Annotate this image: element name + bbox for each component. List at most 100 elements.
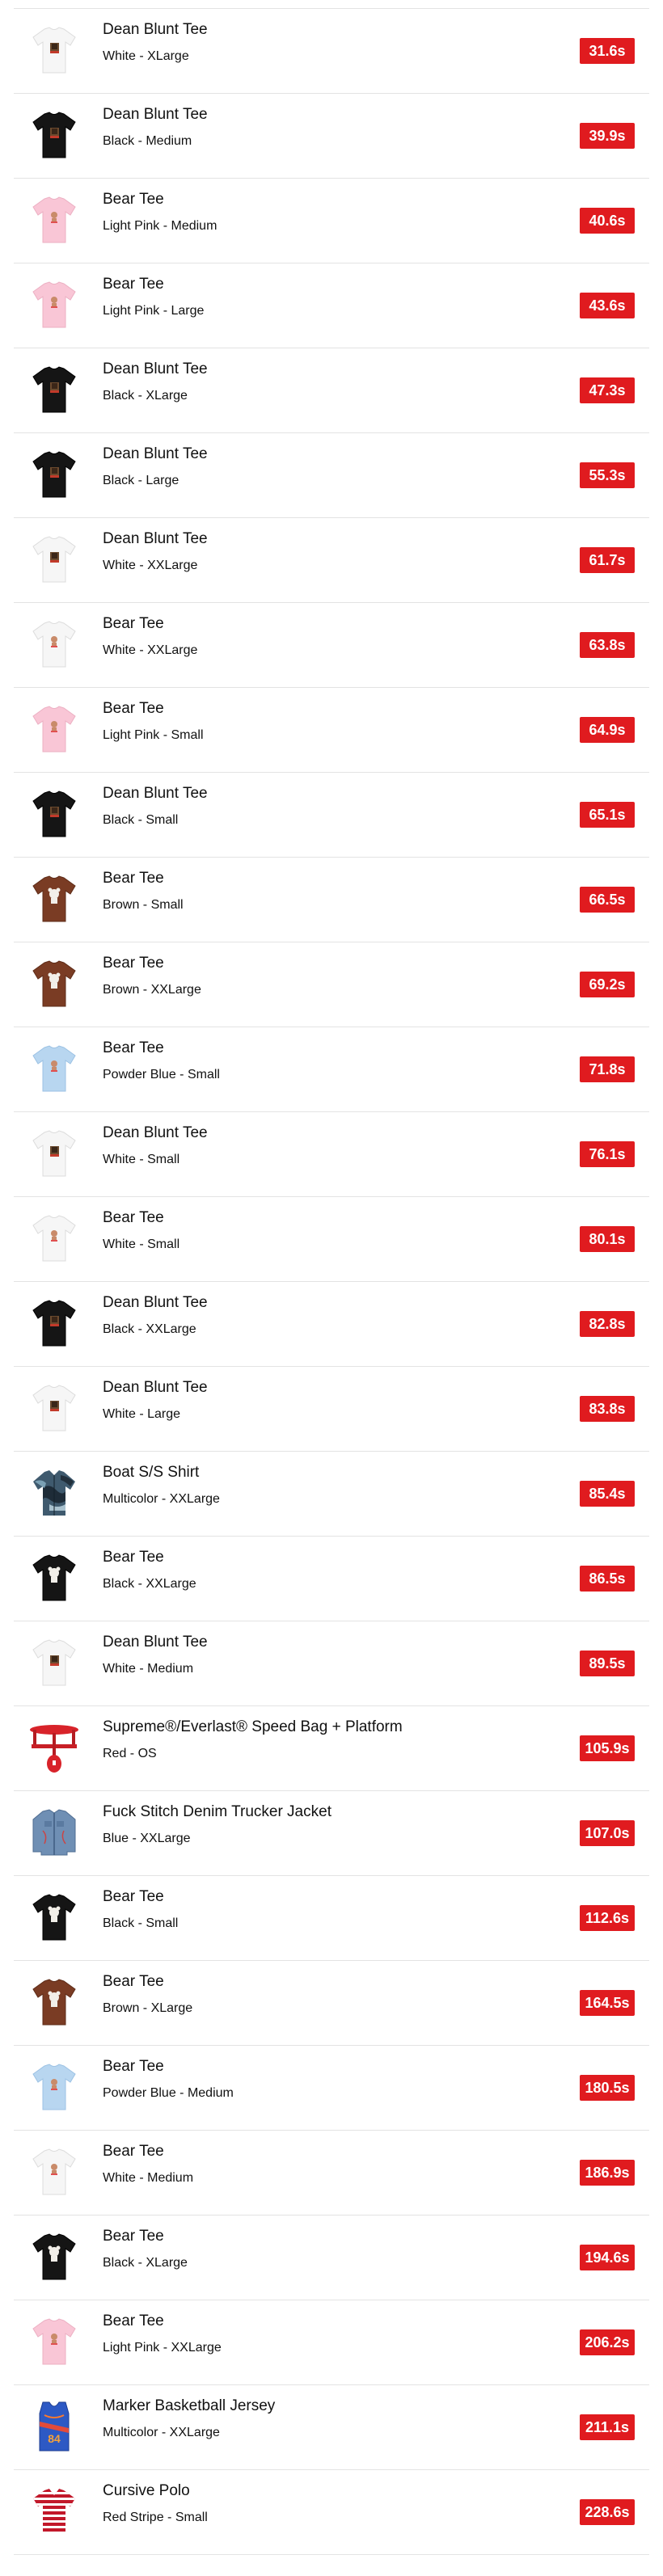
list-item[interactable]: Bear Tee Brown - Small 66.5s xyxy=(14,858,649,942)
tee-blue-bear-icon[interactable] xyxy=(25,1039,83,1098)
tee-white-photo-icon[interactable] xyxy=(25,530,83,588)
product-name[interactable]: Dean Blunt Tee xyxy=(103,106,208,124)
product-name[interactable]: Bear Tee xyxy=(103,1888,178,1906)
time-badge: 194.6s xyxy=(580,2245,635,2270)
tee-white-bear-icon[interactable] xyxy=(25,615,83,673)
list-item[interactable]: Bear Tee Black - Small 112.6s xyxy=(14,1876,649,1961)
product-name[interactable]: Bear Tee xyxy=(103,1549,196,1566)
tee-white-photo-icon[interactable] xyxy=(25,1124,83,1183)
product-variant: Light Pink - Large xyxy=(103,304,205,318)
list-item[interactable]: Dean Blunt Tee Black - XLarge 47.3s xyxy=(14,348,649,433)
list-item[interactable]: Supreme®/Everlast® Speed Bag + Platform … xyxy=(14,1706,649,1791)
product-name[interactable]: Dean Blunt Tee xyxy=(103,360,208,378)
list-item[interactable]: Dean Blunt Tee White - Small 76.1s xyxy=(14,1112,649,1197)
product-info: Dean Blunt Tee Black - Medium xyxy=(103,106,208,150)
list-item[interactable]: Dean Blunt Tee Black - Medium 39.9s xyxy=(14,94,649,179)
tee-white-photo-icon[interactable] xyxy=(25,1634,83,1692)
product-name[interactable]: Dean Blunt Tee xyxy=(103,1124,208,1142)
tee-black-photo-icon[interactable] xyxy=(25,1294,83,1352)
list-item[interactable]: Bear Tee Brown - XXLarge 69.2s xyxy=(14,942,649,1027)
product-name[interactable]: Dean Blunt Tee xyxy=(103,445,208,463)
list-item[interactable]: Dean Blunt Tee Black - XXLarge 82.8s xyxy=(14,1282,649,1367)
product-name[interactable]: Fuck Stitch Denim Trucker Jacket xyxy=(103,1803,332,1821)
tee-white-photo-icon[interactable] xyxy=(25,1379,83,1437)
list-item[interactable]: Bear Tee Black - XLarge 194.6s xyxy=(14,2216,649,2300)
shirt-camo-icon[interactable] xyxy=(25,1464,83,1522)
list-item[interactable]: Dean Blunt Tee White - Medium 89.5s xyxy=(14,1621,649,1706)
polo-stripe-icon[interactable] xyxy=(25,2482,83,2540)
tee-white-photo-icon[interactable] xyxy=(25,21,83,79)
tee-pink-bear-icon[interactable] xyxy=(25,2312,83,2371)
product-name[interactable]: Dean Blunt Tee xyxy=(103,21,208,39)
list-item[interactable]: Bear Tee Brown - XLarge 164.5s xyxy=(14,1961,649,2046)
product-name[interactable]: Bear Tee xyxy=(103,2143,193,2161)
list-item[interactable]: Bear Tee Light Pink - XXLarge 206.2s xyxy=(14,2300,649,2385)
product-name[interactable]: Bear Tee xyxy=(103,2228,188,2245)
product-name[interactable]: Bear Tee xyxy=(103,1209,179,1227)
tee-black-photo-icon[interactable] xyxy=(25,785,83,843)
list-item[interactable]: Dean Blunt Tee White - XLarge 31.6s xyxy=(14,9,649,94)
list-item[interactable]: Fuck Stitch Denim Trucker Jacket Blue - … xyxy=(14,1791,649,1876)
list-item[interactable]: Bear Tee Powder Blue - Small 71.8s xyxy=(14,1027,649,1112)
tee-black-photo-icon[interactable] xyxy=(25,106,83,164)
product-name[interactable]: Boat S/S Shirt xyxy=(103,1464,220,1482)
tee-white-bear-icon[interactable] xyxy=(25,2143,83,2201)
list-item[interactable]: Dean Blunt Tee Black - Small 65.1s xyxy=(14,773,649,858)
list-item[interactable]: Bear Tee Powder Blue - Medium 180.5s xyxy=(14,2046,649,2131)
product-name[interactable]: Bear Tee xyxy=(103,615,197,633)
tee-blue-bear-icon[interactable] xyxy=(25,2058,83,2116)
list-item[interactable]: Boat S/S Shirt Multicolor - XXLarge 85.4… xyxy=(14,1452,649,1537)
product-variant: Brown - XLarge xyxy=(103,2001,193,2015)
product-name[interactable]: Bear Tee xyxy=(103,2058,234,2076)
time-badge: 112.6s xyxy=(580,1905,635,1931)
product-variant: Light Pink - Medium xyxy=(103,219,217,233)
tee-black-bear-icon[interactable] xyxy=(25,1549,83,1607)
product-name[interactable]: Bear Tee xyxy=(103,1973,192,1991)
product-name[interactable]: Dean Blunt Tee xyxy=(103,1379,208,1397)
tee-brown-bear-icon[interactable] xyxy=(25,955,83,1013)
product-name[interactable]: Dean Blunt Tee xyxy=(103,1634,208,1651)
tee-black-bear-icon[interactable] xyxy=(25,2228,83,2286)
tee-white-bear-icon[interactable] xyxy=(25,1209,83,1267)
list-item[interactable]: Bear Tee White - Medium 186.9s xyxy=(14,2131,649,2216)
tee-black-photo-icon[interactable] xyxy=(25,360,83,419)
product-name[interactable]: Bear Tee xyxy=(103,700,204,718)
tee-pink-bear-icon[interactable] xyxy=(25,276,83,334)
denim-jacket-icon[interactable] xyxy=(25,1803,83,1861)
product-name[interactable]: Bear Tee xyxy=(103,276,204,293)
list-item[interactable]: Dean Blunt Tee White - Large 83.8s xyxy=(14,1367,649,1452)
tee-brown-bear-icon[interactable] xyxy=(25,870,83,928)
list-item[interactable]: Bear Tee White - XXLarge 63.8s xyxy=(14,603,649,688)
list-item[interactable]: Dean Blunt Tee White - XXLarge 61.7s xyxy=(14,518,649,603)
product-name[interactable]: Dean Blunt Tee xyxy=(103,785,208,803)
product-name[interactable]: Bear Tee xyxy=(103,2312,222,2330)
tee-black-photo-icon[interactable] xyxy=(25,445,83,504)
speed-bag-icon[interactable] xyxy=(25,1718,83,1777)
tee-pink-bear-icon[interactable] xyxy=(25,700,83,758)
product-name[interactable]: Dean Blunt Tee xyxy=(103,530,208,548)
tee-black-bear-icon[interactable] xyxy=(25,1888,83,1946)
product-name[interactable]: Supreme®/Everlast® Speed Bag + Platform xyxy=(103,1718,403,1736)
list-item[interactable]: Bear Tee Light Pink - Medium 40.6s xyxy=(14,179,649,264)
product-name[interactable]: Cursive Polo xyxy=(103,2482,208,2500)
product-name[interactable]: Bear Tee xyxy=(103,1039,220,1057)
product-info: Bear Tee Light Pink - Medium xyxy=(103,191,217,234)
product-variant: Light Pink - Small xyxy=(103,728,204,742)
time-badge: 47.3s xyxy=(580,377,635,403)
tee-pink-bear-icon[interactable] xyxy=(25,191,83,249)
list-item[interactable]: Bear Tee Light Pink - Large 43.6s xyxy=(14,264,649,348)
list-item[interactable]: Bear Tee White - Small 80.1s xyxy=(14,1197,649,1282)
product-name[interactable]: Marker Basketball Jersey xyxy=(103,2397,275,2415)
list-item[interactable]: 84 Marker Basketball Jersey Multicolor -… xyxy=(14,2385,649,2470)
list-item[interactable]: Cursive Polo Red Stripe - Small 228.6s xyxy=(14,2470,649,2555)
product-name[interactable]: Bear Tee xyxy=(103,870,184,887)
list-item[interactable]: Bear Tee Light Pink - Small 64.9s xyxy=(14,688,649,773)
list-item[interactable]: Dean Blunt Tee Black - Large 55.3s xyxy=(14,433,649,518)
product-info: Supreme®/Everlast® Speed Bag + Platform … xyxy=(103,1718,403,1762)
product-name[interactable]: Bear Tee xyxy=(103,191,217,209)
list-item[interactable]: Bear Tee Black - XXLarge 86.5s xyxy=(14,1537,649,1621)
product-name[interactable]: Bear Tee xyxy=(103,955,201,972)
tee-brown-bear-icon[interactable] xyxy=(25,1973,83,2031)
jersey-icon[interactable]: 84 xyxy=(25,2397,83,2456)
product-name[interactable]: Dean Blunt Tee xyxy=(103,1294,208,1312)
